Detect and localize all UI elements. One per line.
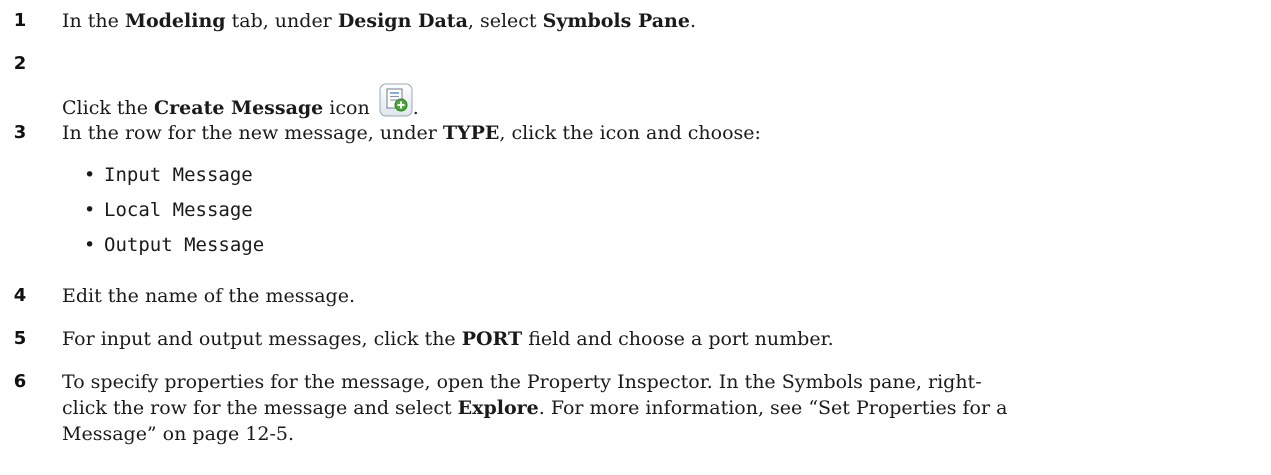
field-name: PORT — [461, 328, 523, 350]
step-number: 3 — [13, 122, 27, 143]
step-text: In the row for the new message, under TY… — [62, 122, 761, 144]
list-item: • Local Message — [84, 199, 253, 221]
step-number: 1 — [13, 10, 27, 31]
step-text: Click the Create Message icon . — [62, 83, 1251, 121]
tab-name: Modeling — [124, 10, 226, 32]
section-name: Design Data — [337, 10, 468, 32]
command-name: Explore — [457, 397, 539, 419]
list-item: • Output Message — [84, 234, 265, 256]
step-text: For input and output messages, click the… — [62, 328, 834, 350]
create-message-icon — [379, 83, 413, 117]
command-name: Symbols Pane — [542, 10, 690, 32]
command-name: Create Message — [154, 97, 324, 119]
step-number: 2 — [13, 53, 27, 74]
step-text: In the Modeling tab, under Design Data, … — [62, 10, 696, 32]
cross-reference[interactable]: . For more information, see “Set Propert… — [539, 397, 1008, 419]
step-text: To specify properties for the message, o… — [62, 369, 1251, 447]
step-number: 5 — [13, 328, 27, 349]
step-number: 4 — [13, 285, 27, 306]
list-item: • Input Message — [84, 164, 253, 186]
step-number: 6 — [13, 371, 27, 392]
message-type-options: • Input Message • Local Message • Output Me… — [84, 158, 264, 263]
cross-reference-continued[interactable]: Message” on page 12-5. — [62, 421, 1251, 447]
column-name: TYPE — [442, 122, 500, 144]
step-text: Edit the name of the message. — [62, 285, 356, 307]
